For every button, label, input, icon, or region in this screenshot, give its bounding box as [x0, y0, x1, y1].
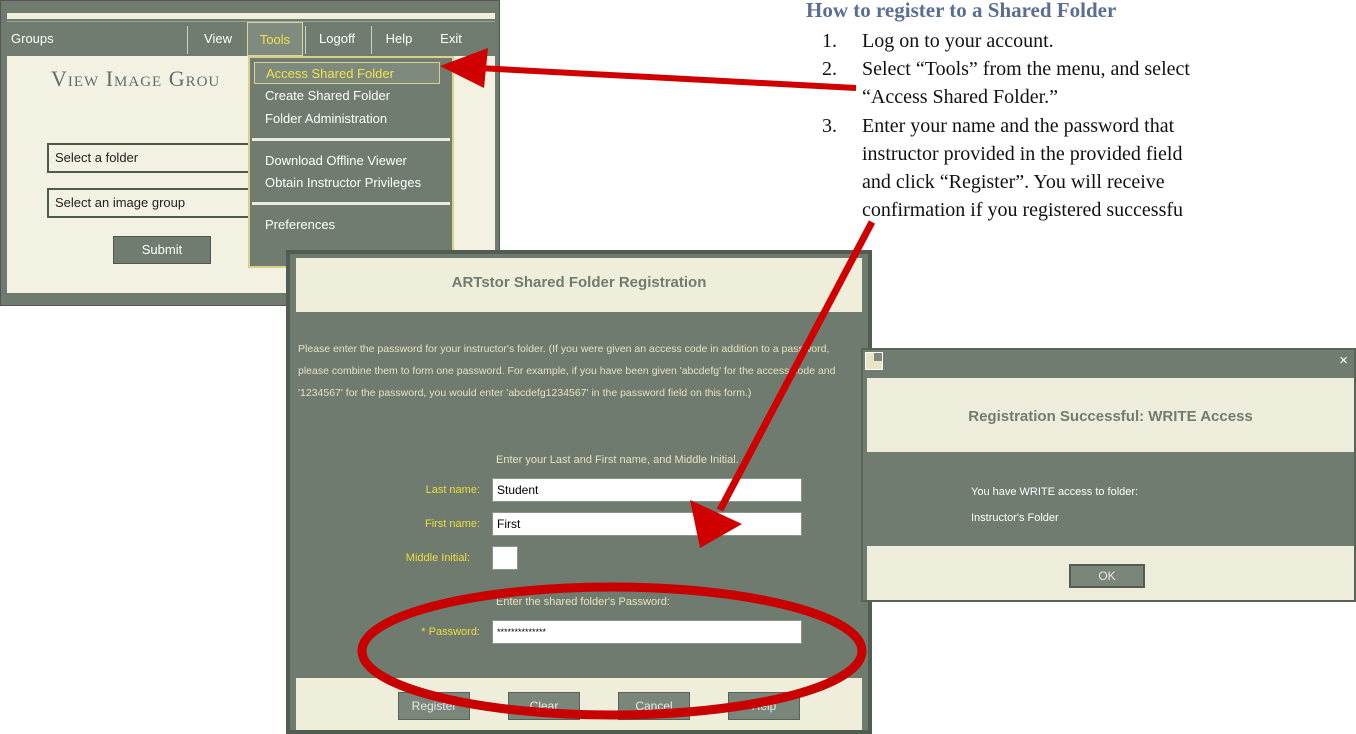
arrow-head-icon — [690, 500, 742, 548]
arrow-to-access-shared-folder — [477, 65, 857, 91]
password-highlight-ellipse — [357, 582, 867, 720]
annotation-overlay — [357, 48, 876, 720]
arrow-head-icon — [440, 48, 488, 88]
arrow-to-password — [716, 220, 876, 512]
